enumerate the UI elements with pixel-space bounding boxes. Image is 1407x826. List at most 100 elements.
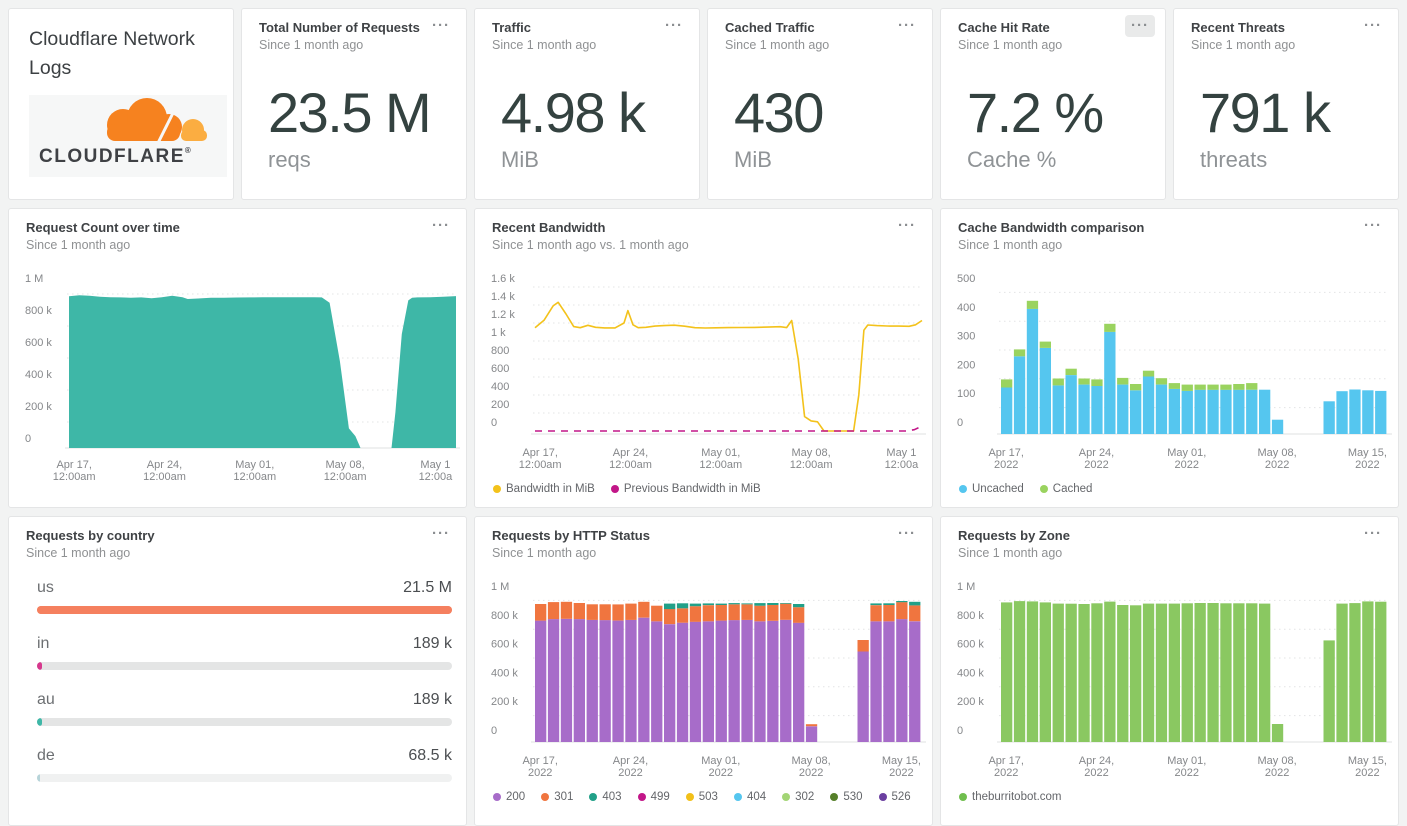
svg-text:12:00a: 12:00a bbox=[419, 471, 454, 483]
svg-text:400: 400 bbox=[491, 381, 509, 393]
svg-text:12:00am: 12:00am bbox=[699, 459, 742, 471]
svg-text:1.2 k: 1.2 k bbox=[491, 309, 515, 321]
stat-value: 23.5 M bbox=[268, 81, 432, 144]
country-bar-fill bbox=[37, 606, 452, 614]
svg-text:300: 300 bbox=[957, 331, 975, 343]
svg-text:May 08,: May 08, bbox=[326, 459, 365, 471]
svg-text:Apr 24,: Apr 24, bbox=[1079, 447, 1114, 459]
http-status-chart: 1 M 800 k 600 k 400 k 200 k 0 Apr 17, 2022 Apr 2… bbox=[475, 517, 932, 825]
panel-menu-icon[interactable]: ··· bbox=[426, 523, 456, 545]
stat-value: 7.2 % bbox=[967, 81, 1104, 144]
svg-text:600: 600 bbox=[491, 363, 509, 375]
panel-menu-icon[interactable]: ··· bbox=[892, 15, 922, 37]
country-bar-track bbox=[37, 662, 452, 670]
svg-text:800 k: 800 k bbox=[491, 610, 518, 622]
panel-menu-icon[interactable]: ··· bbox=[1358, 15, 1388, 37]
svg-text:0: 0 bbox=[491, 725, 497, 737]
svg-text:12:00am: 12:00am bbox=[233, 471, 276, 483]
svg-text:2022: 2022 bbox=[994, 459, 1018, 471]
country-value: 68.5 k bbox=[408, 747, 452, 764]
country-label: au bbox=[37, 691, 55, 708]
panel-title[interactable]: Request Count over time bbox=[26, 220, 426, 236]
panel-subtitle: Since 1 month ago bbox=[492, 546, 597, 560]
svg-text:May 01,: May 01, bbox=[1167, 755, 1206, 767]
panel-subtitle: Since 1 month ago bbox=[492, 38, 597, 52]
panel-title[interactable]: Requests by Zone bbox=[958, 528, 1358, 544]
stat-value: 4.98 k bbox=[501, 81, 646, 144]
svg-text:Apr 17,: Apr 17, bbox=[522, 447, 557, 459]
svg-text:100: 100 bbox=[957, 388, 975, 400]
svg-text:Apr 17,: Apr 17, bbox=[56, 459, 91, 471]
stat-value: 791 k bbox=[1200, 81, 1331, 144]
panel-title[interactable]: Requests by HTTP Status bbox=[492, 528, 892, 544]
svg-text:2022: 2022 bbox=[1175, 459, 1199, 471]
svg-text:May 01,: May 01, bbox=[235, 459, 274, 471]
panel-subtitle: Since 1 month ago bbox=[958, 38, 1063, 52]
svg-text:400: 400 bbox=[957, 302, 975, 314]
panel-cache-bandwidth: 500 400 300 200 100 0 Apr 17, 2022 Apr 24, 2022 Ma… bbox=[940, 208, 1399, 508]
panel-request-count: 1 M 800 k 600 k 400 k 200 k 0 Apr 17, 12:00am Ap… bbox=[8, 208, 467, 508]
svg-text:1.4 k: 1.4 k bbox=[491, 291, 515, 303]
svg-text:May 08,: May 08, bbox=[1258, 755, 1297, 767]
dashboard-title: Cloudflare Network Logs bbox=[29, 28, 195, 79]
panel-subtitle: Since 1 month ago bbox=[725, 38, 830, 52]
panel-menu-icon[interactable]: ··· bbox=[426, 215, 456, 237]
svg-text:2022: 2022 bbox=[1175, 767, 1199, 779]
panel-title[interactable]: Requests by country bbox=[26, 528, 426, 544]
panel-total-requests: Total Number of Requests Since 1 month a… bbox=[241, 8, 467, 200]
svg-text:Apr 24,: Apr 24, bbox=[1079, 755, 1114, 767]
country-bar-track bbox=[37, 718, 452, 726]
svg-text:2022: 2022 bbox=[709, 767, 733, 779]
country-row: in 189 k bbox=[37, 635, 452, 670]
panel-subtitle: Since 1 month ago bbox=[26, 546, 131, 560]
svg-text:200 k: 200 k bbox=[491, 696, 518, 708]
svg-text:May 15,: May 15, bbox=[1348, 755, 1387, 767]
recent-bandwidth-chart: 1.6 k 1.4 k 1.2 k1 k 800 600 400 200 0 Apr 17, 12… bbox=[475, 209, 932, 507]
svg-text:800 k: 800 k bbox=[957, 610, 984, 622]
svg-text:May 01,: May 01, bbox=[701, 755, 740, 767]
svg-text:2022: 2022 bbox=[994, 767, 1018, 779]
country-row: us 21.5 M bbox=[37, 579, 452, 614]
svg-text:200: 200 bbox=[491, 399, 509, 411]
svg-text:1 k: 1 k bbox=[491, 327, 506, 339]
panel-title[interactable]: Recent Threats bbox=[1191, 20, 1358, 36]
svg-text:400 k: 400 k bbox=[25, 369, 52, 381]
svg-text:12:00a: 12:00a bbox=[885, 459, 920, 471]
svg-text:May 1: May 1 bbox=[886, 447, 916, 459]
panel-menu-icon[interactable]: ··· bbox=[426, 15, 456, 37]
svg-text:2022: 2022 bbox=[889, 767, 913, 779]
country-label: de bbox=[37, 747, 55, 764]
country-value: 21.5 M bbox=[403, 579, 452, 596]
panel-menu-icon[interactable]: ··· bbox=[892, 523, 922, 545]
panel-menu-icon[interactable]: ··· bbox=[892, 215, 922, 237]
panel-subtitle: Since 1 month ago vs. 1 month ago bbox=[492, 238, 689, 252]
panel-cloudflare-logo: Cloudflare Network Logs CLOUDFLARE® bbox=[8, 8, 234, 200]
panel-title[interactable]: Recent Bandwidth bbox=[492, 220, 892, 236]
panel-title[interactable]: Cached Traffic bbox=[725, 20, 892, 36]
svg-text:May 1: May 1 bbox=[420, 459, 450, 471]
svg-text:2022: 2022 bbox=[1355, 767, 1379, 779]
svg-text:1 M: 1 M bbox=[25, 273, 43, 285]
panel-title[interactable]: Cache Hit Rate bbox=[958, 20, 1125, 36]
country-label: in bbox=[37, 635, 50, 652]
request-count-chart: 1 M 800 k 600 k 400 k 200 k 0 Apr 17, 12:00am Ap… bbox=[9, 209, 466, 507]
panel-menu-icon[interactable]: ··· bbox=[659, 15, 689, 37]
svg-text:2022: 2022 bbox=[528, 767, 552, 779]
panel-menu-icon[interactable]: ··· bbox=[1358, 523, 1388, 545]
cloudflare-cloud-icon bbox=[107, 98, 207, 145]
stat-unit: reqs bbox=[268, 147, 311, 172]
svg-text:Apr 17,: Apr 17, bbox=[988, 755, 1023, 767]
panel-menu-icon[interactable]: ··· bbox=[1125, 15, 1155, 37]
country-bar-fill bbox=[37, 718, 42, 726]
panel-menu-icon[interactable]: ··· bbox=[1358, 215, 1388, 237]
svg-text:May 08,: May 08, bbox=[792, 447, 831, 459]
panel-title[interactable]: Traffic bbox=[492, 20, 659, 36]
stat-unit: MiB bbox=[734, 147, 772, 172]
country-bar-fill bbox=[37, 774, 40, 782]
panel-subtitle: Since 1 month ago bbox=[958, 238, 1063, 252]
panel-recent-bandwidth: 1.6 k 1.4 k 1.2 k1 k 800 600 400 200 0 Apr 17, 12… bbox=[474, 208, 933, 508]
panel-title[interactable]: Total Number of Requests bbox=[259, 20, 426, 36]
svg-text:2022: 2022 bbox=[799, 767, 823, 779]
panel-title[interactable]: Cache Bandwidth comparison bbox=[958, 220, 1358, 236]
svg-text:2022: 2022 bbox=[1084, 767, 1108, 779]
